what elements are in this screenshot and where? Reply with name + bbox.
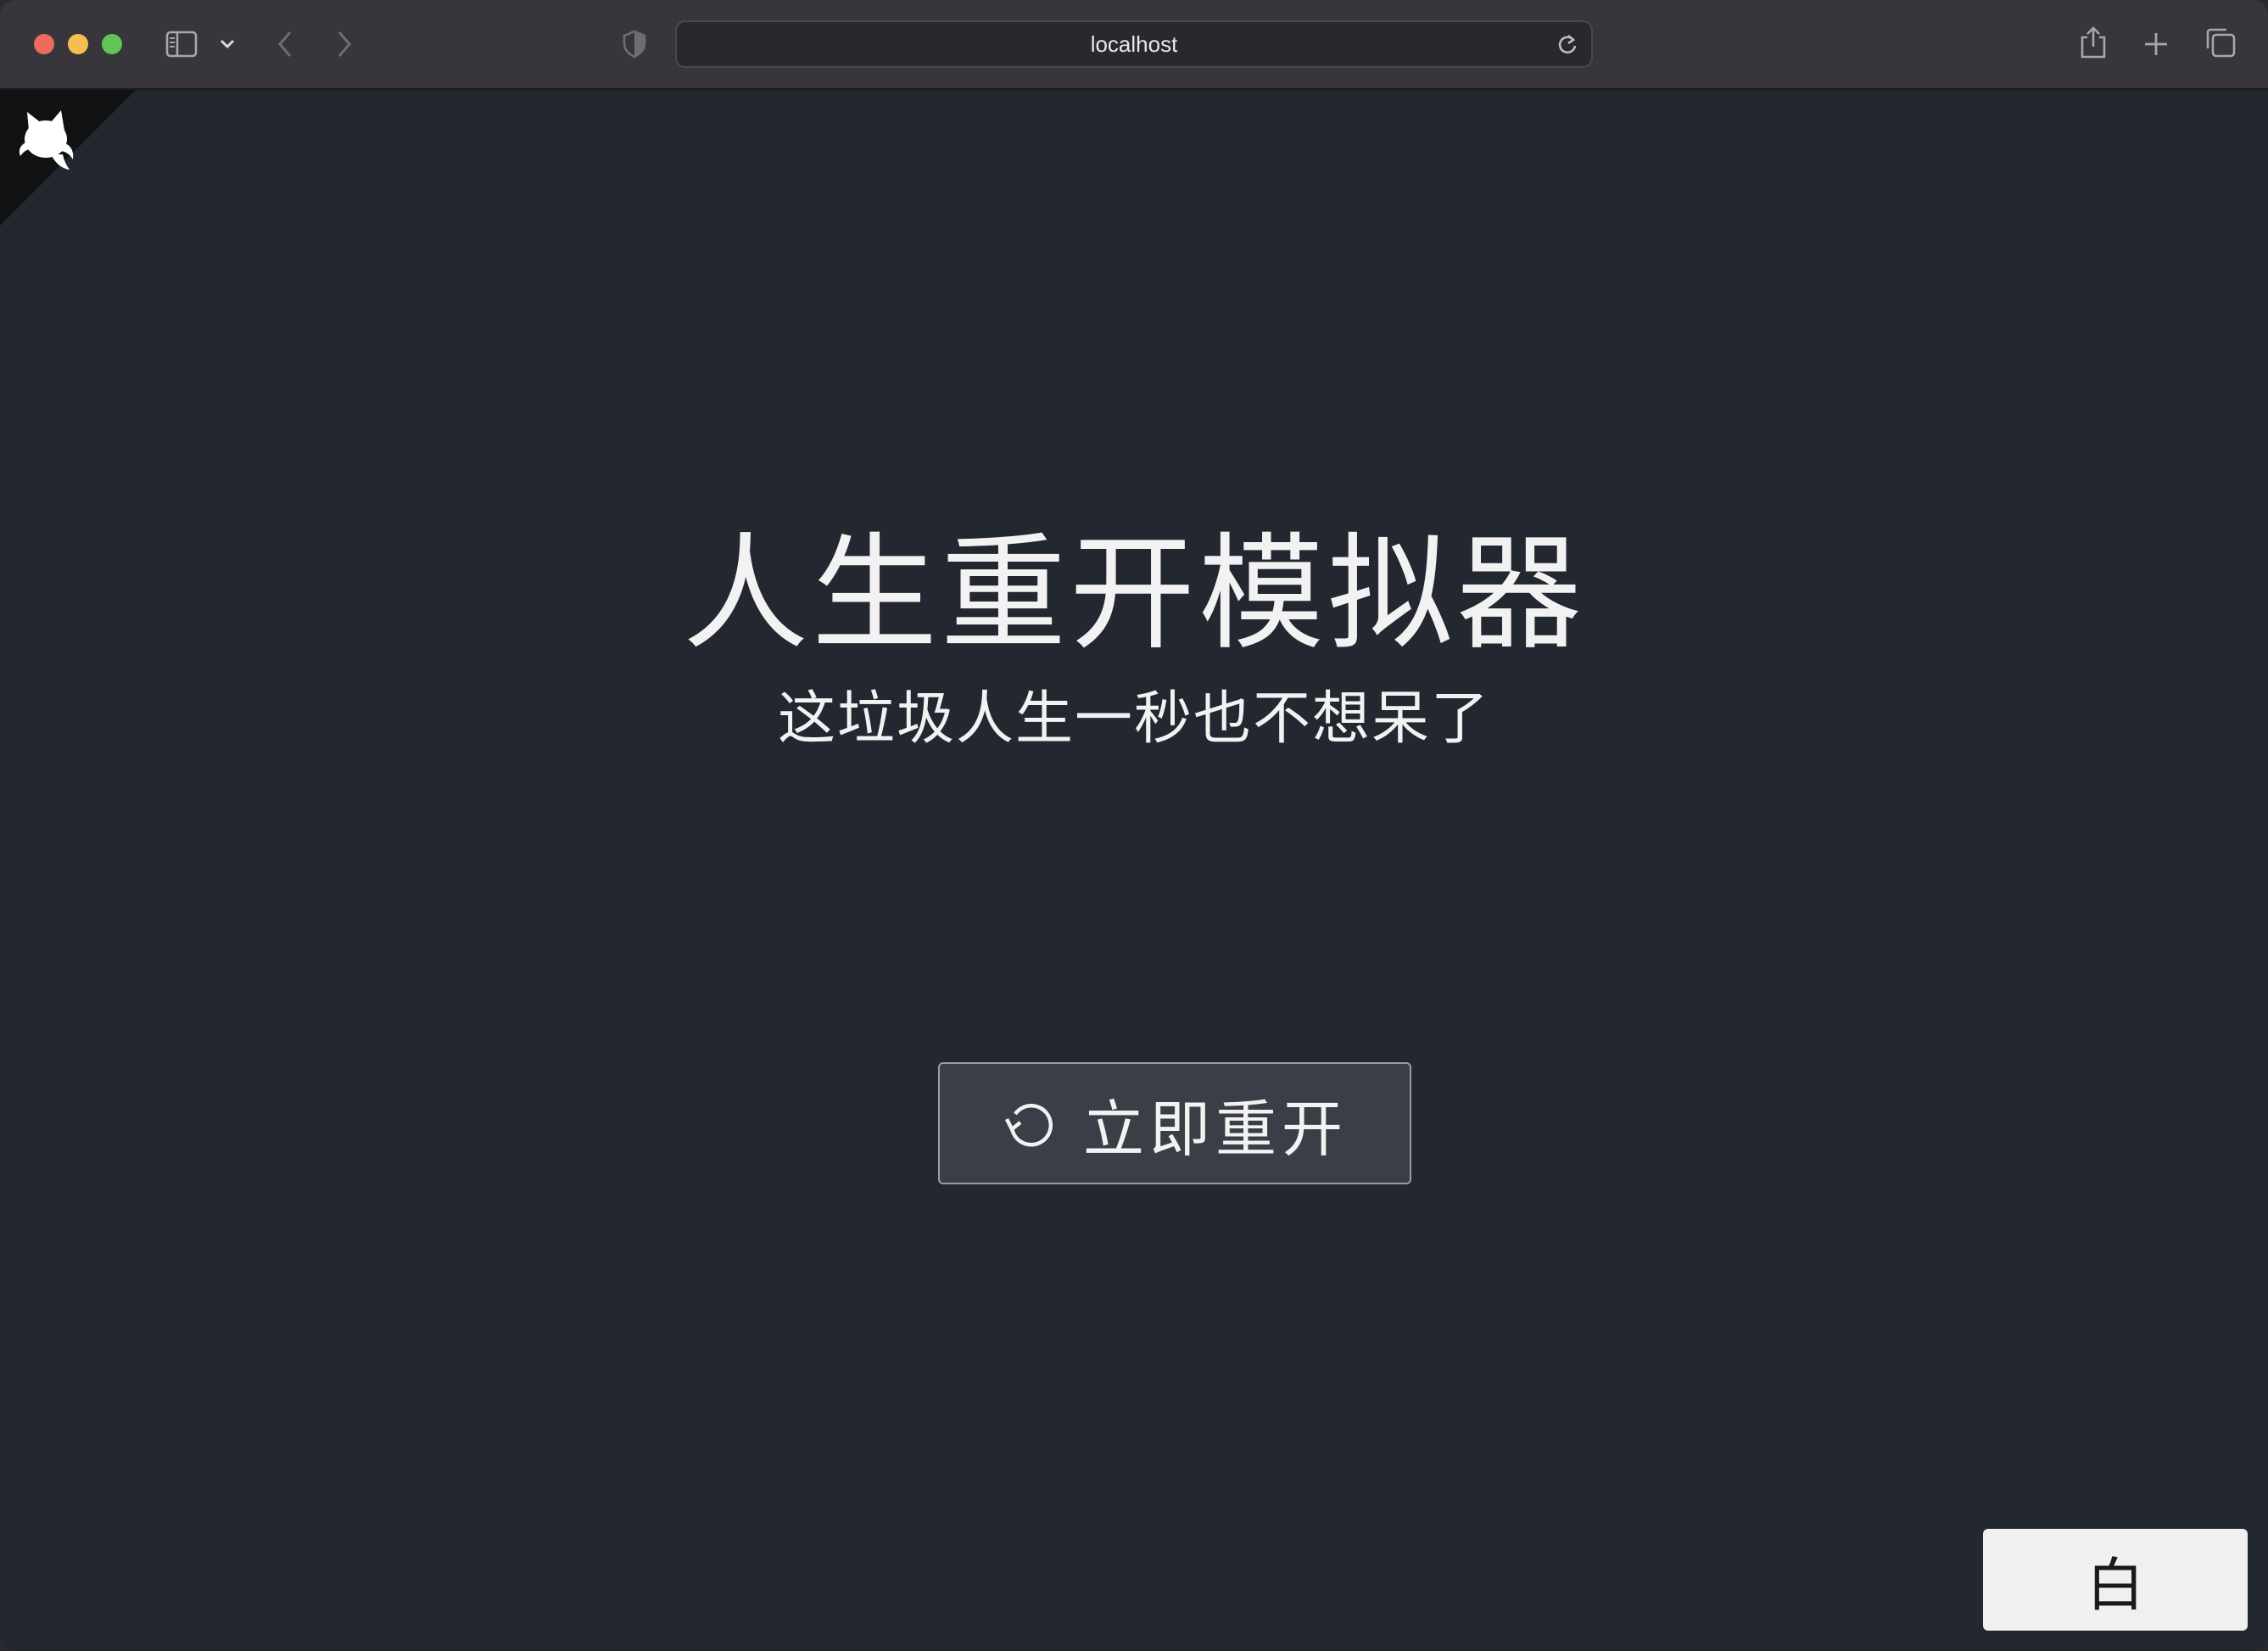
share-icon[interactable] — [2078, 24, 2109, 61]
tabs-icon[interactable] — [2204, 25, 2237, 59]
chevron-left-icon[interactable] — [273, 27, 297, 61]
github-corner-link[interactable] — [0, 90, 136, 226]
shield-icon[interactable] — [621, 27, 648, 61]
page-title: 人生重开模拟器 — [683, 521, 1585, 667]
page-subtitle: 这垃圾人生一秒也不想呆了 — [777, 686, 1490, 753]
address-bar[interactable]: localhost — [675, 20, 1593, 68]
minimize-window-button[interactable] — [68, 34, 88, 54]
chevron-down-icon[interactable] — [219, 31, 236, 58]
browser-window: localhost 人生重开模拟器 这垃圾人生一秒也不想呆了 立即重开 白 — [0, 0, 2268, 1651]
restart-button-label: 立即重开 — [1082, 1093, 1348, 1165]
page-content: 人生重开模拟器 这垃圾人生一秒也不想呆了 立即重开 白 — [0, 90, 2268, 1651]
browser-toolbar: localhost — [0, 0, 2268, 90]
reload-icon[interactable] — [1554, 31, 1581, 58]
chevron-right-icon[interactable] — [332, 27, 356, 61]
restart-button[interactable]: 立即重开 — [938, 1062, 1411, 1184]
close-window-button[interactable] — [34, 34, 54, 54]
url-text: localhost — [1090, 31, 1178, 57]
plus-icon[interactable] — [2141, 27, 2171, 61]
restart-icon — [1002, 1095, 1058, 1151]
theme-toggle-button[interactable]: 白 — [1983, 1529, 2248, 1631]
sidebar-icon[interactable] — [165, 27, 198, 61]
maximize-window-button[interactable] — [102, 34, 122, 54]
